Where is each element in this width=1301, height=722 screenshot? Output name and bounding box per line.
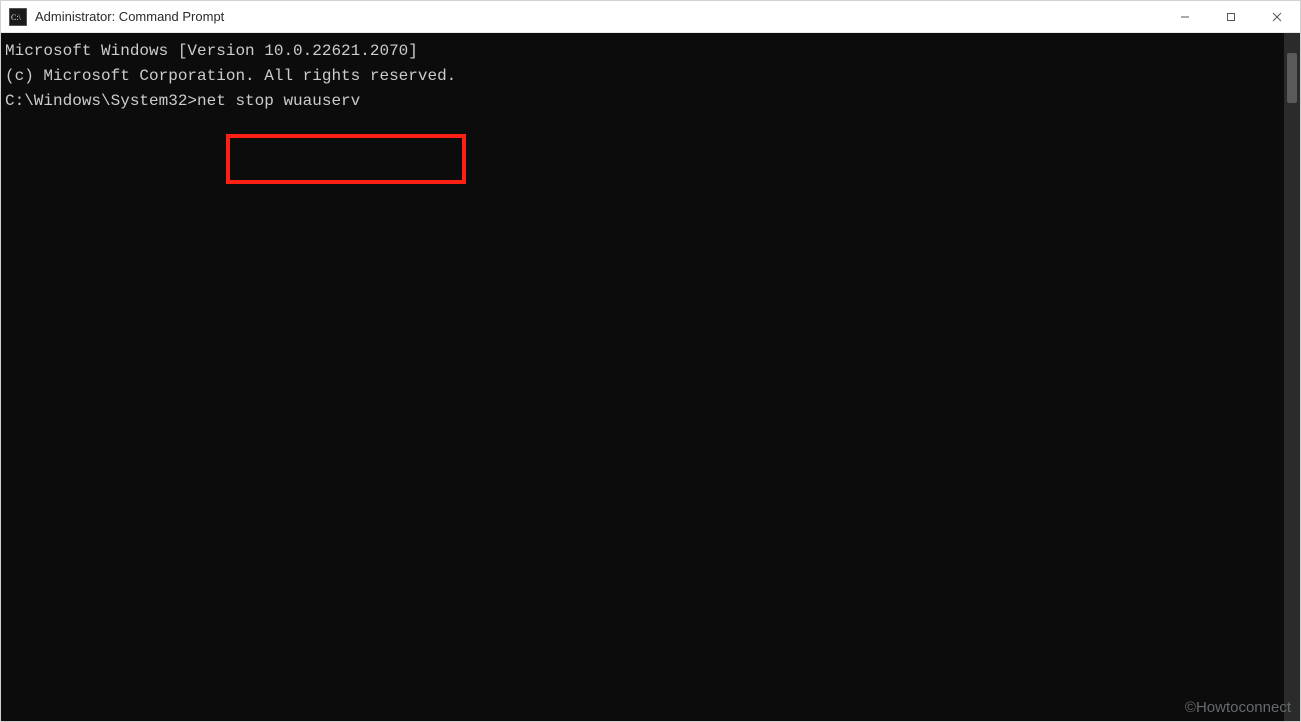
terminal-prompt-line: C:\Windows\System32>net stop wuauserv xyxy=(5,89,1280,114)
svg-text:C:\: C:\ xyxy=(11,13,22,22)
terminal-line: Microsoft Windows [Version 10.0.22621.20… xyxy=(5,39,1280,64)
terminal-output[interactable]: Microsoft Windows [Version 10.0.22621.20… xyxy=(1,33,1284,721)
minimize-button[interactable] xyxy=(1162,1,1208,33)
terminal-line: (c) Microsoft Corporation. All rights re… xyxy=(5,64,1280,89)
terminal-prompt: C:\Windows\System32> xyxy=(5,92,197,110)
cmd-window: C:\ Administrator: Command Prompt Micros… xyxy=(0,0,1301,722)
window-controls xyxy=(1162,1,1300,32)
maximize-button[interactable] xyxy=(1208,1,1254,33)
close-button[interactable] xyxy=(1254,1,1300,33)
window-title: Administrator: Command Prompt xyxy=(35,9,224,24)
titlebar[interactable]: C:\ Administrator: Command Prompt xyxy=(1,1,1300,33)
terminal-command: net stop wuauserv xyxy=(197,92,360,110)
terminal-area: Microsoft Windows [Version 10.0.22621.20… xyxy=(1,33,1300,721)
scrollbar-thumb[interactable] xyxy=(1287,53,1297,103)
command-highlight-box xyxy=(226,134,466,184)
vertical-scrollbar[interactable] xyxy=(1284,33,1300,721)
cmd-icon: C:\ xyxy=(9,8,27,26)
